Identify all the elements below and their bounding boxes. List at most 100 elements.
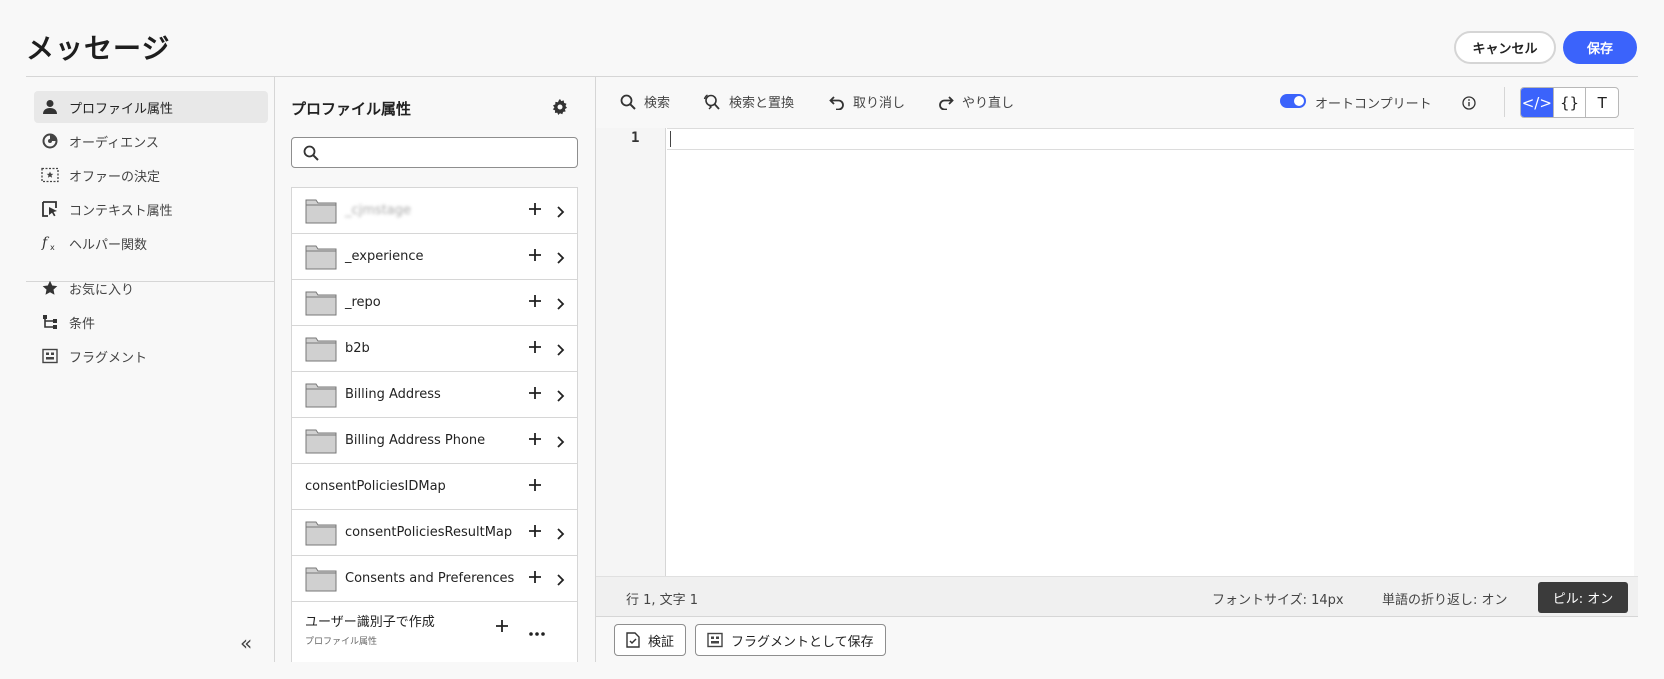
font-size-status[interactable]: フォントサイズ: 14px [1212, 589, 1344, 608]
list-item-label: _repo [345, 295, 381, 310]
attribute-panel: プロファイル属性 _cjmstage _experience _repo b2b… [275, 77, 595, 662]
user-icon [41, 98, 59, 116]
add-icon[interactable] [527, 523, 543, 543]
undo-label: 取り消し [853, 96, 906, 111]
search-icon [303, 145, 319, 165]
chevron-right-icon[interactable] [556, 203, 566, 222]
chevron-right-icon[interactable] [556, 571, 566, 590]
list-item[interactable]: Consents and Preferences [292, 556, 577, 602]
find-replace-label: 検索と置換 [729, 96, 795, 111]
chevron-right-icon[interactable] [556, 295, 566, 314]
folder-icon [305, 243, 337, 274]
context-icon [41, 200, 59, 218]
add-icon[interactable] [527, 339, 543, 359]
list-item[interactable]: consentPoliciesIDMap [292, 464, 577, 510]
redo-button[interactable]: やり直し [938, 92, 1014, 111]
save-as-fragment-button[interactable]: フラグメントとして保存 [695, 624, 886, 656]
editor-status-bar: 行 1, 文字 1 フォントサイズ: 14px 単語の折り返し: オン ピル: … [596, 576, 1638, 616]
nav-item-fragments[interactable]: フラグメント [34, 340, 268, 372]
folder-icon [305, 427, 337, 458]
nav-item-label: ヘルパー関数 [69, 237, 148, 253]
audience-icon [41, 132, 59, 150]
nav-item-label: コンテキスト属性 [69, 203, 173, 219]
list-item[interactable]: Billing Address [292, 372, 577, 418]
nav-item-favorites[interactable]: お気に入り [34, 272, 268, 304]
editor-actions: 検証 フラグメントとして保存 [596, 616, 1638, 662]
undo-button[interactable]: 取り消し [829, 92, 905, 111]
list-item[interactable]: Billing Address Phone [292, 418, 577, 464]
list-item[interactable]: consentPoliciesResultMap [292, 510, 577, 556]
add-icon[interactable] [527, 385, 543, 405]
gear-icon[interactable] [552, 99, 568, 119]
nav-item-label: お気に入り [69, 282, 135, 298]
offer-icon [41, 166, 59, 184]
chevron-right-icon[interactable] [556, 249, 566, 268]
word-wrap-status[interactable]: 単語の折り返し: オン [1382, 589, 1508, 608]
code-mode-button[interactable]: </> [1521, 88, 1553, 117]
nav-item-profile-attributes[interactable]: プロファイル属性 [34, 91, 268, 123]
editor-toolbar: 検索 検索と置換 取り消し やり直し オートコンプリート </> {} T [596, 77, 1638, 127]
autocomplete-toggle[interactable] [1280, 94, 1306, 108]
function-icon: fx [41, 234, 59, 252]
redo-label: やり直し [962, 96, 1015, 111]
list-item-label: Billing Address [345, 387, 441, 402]
nav-item-label: オーディエンス [69, 135, 159, 151]
editor-mode-selector: </> {} T [1520, 87, 1619, 118]
folder-icon [305, 565, 337, 596]
left-nav: プロファイル属性 オーディエンス オファーの決定 コンテキスト属性 fx ヘルパ… [26, 77, 274, 662]
chevron-right-icon[interactable] [556, 341, 566, 360]
list-item-label: Billing Address Phone [345, 433, 486, 448]
save-button[interactable]: 保存 [1563, 31, 1637, 64]
add-icon[interactable] [527, 293, 543, 313]
cancel-button[interactable]: キャンセル [1454, 31, 1556, 64]
code-editor[interactable]: 1 [596, 128, 1634, 576]
chevron-right-icon[interactable] [556, 387, 566, 406]
add-icon[interactable] [527, 569, 543, 589]
list-item[interactable]: _repo [292, 280, 577, 326]
search-input[interactable] [328, 141, 568, 165]
current-line-highlight [667, 128, 1634, 150]
panel-title: プロファイル属性 [291, 100, 412, 118]
chevron-right-icon[interactable] [556, 433, 566, 452]
list-item-sublabel: プロファイル属性 [305, 637, 378, 647]
add-icon[interactable] [527, 431, 543, 451]
nav-item-context-attributes[interactable]: コンテキスト属性 [34, 193, 268, 225]
more-icon[interactable] [528, 622, 546, 641]
find-replace-button[interactable]: 検索と置換 [703, 92, 794, 111]
list-item-label: _experience [345, 249, 424, 264]
svg-text:x: x [50, 243, 55, 252]
add-icon[interactable] [527, 477, 543, 497]
cursor-position: 行 1, 文字 1 [626, 593, 699, 608]
toolbar-divider [1504, 87, 1505, 117]
nav-item-offer-decision[interactable]: オファーの決定 [34, 159, 268, 191]
info-icon[interactable] [1462, 95, 1476, 114]
list-item-label: b2b [345, 341, 370, 356]
add-icon[interactable] [494, 618, 510, 638]
list-item-label: consentPoliciesResultMap [345, 525, 513, 540]
list-item[interactable]: _cjmstage [292, 188, 577, 234]
list-item-label: consentPoliciesIDMap [305, 479, 446, 494]
list-item[interactable]: b2b [292, 326, 577, 372]
nav-item-audience[interactable]: オーディエンス [34, 125, 268, 157]
nav-item-helper-functions[interactable]: fx ヘルパー関数 [34, 227, 268, 259]
collapse-nav-button[interactable]: « [240, 631, 252, 655]
json-mode-button[interactable]: {} [1552, 88, 1586, 117]
list-item-create-by-identifier[interactable]: ユーザー識別子で作成 プロファイル属性 [292, 601, 577, 662]
folder-icon [305, 335, 337, 366]
save-as-fragment-label: フラグメントとして保存 [731, 634, 874, 650]
add-icon[interactable] [527, 247, 543, 267]
list-item-label: ユーザー識別子で作成 [305, 615, 435, 630]
find-replace-icon [703, 93, 721, 111]
text-mode-button[interactable]: T [1585, 88, 1618, 117]
page-title: メッセージ [26, 32, 171, 65]
list-item-label: _cjmstage [345, 203, 412, 218]
attribute-search-field[interactable] [291, 137, 578, 168]
validate-button[interactable]: 検証 [614, 624, 687, 656]
nav-item-conditions[interactable]: 条件 [34, 306, 268, 338]
chevron-right-icon[interactable] [556, 525, 566, 544]
list-item[interactable]: _experience [292, 234, 577, 280]
line-number: 1 [631, 130, 640, 146]
pill-toggle-button[interactable]: ピル: オン [1538, 582, 1628, 613]
add-icon[interactable] [527, 201, 543, 221]
search-button[interactable]: 検索 [620, 92, 670, 111]
